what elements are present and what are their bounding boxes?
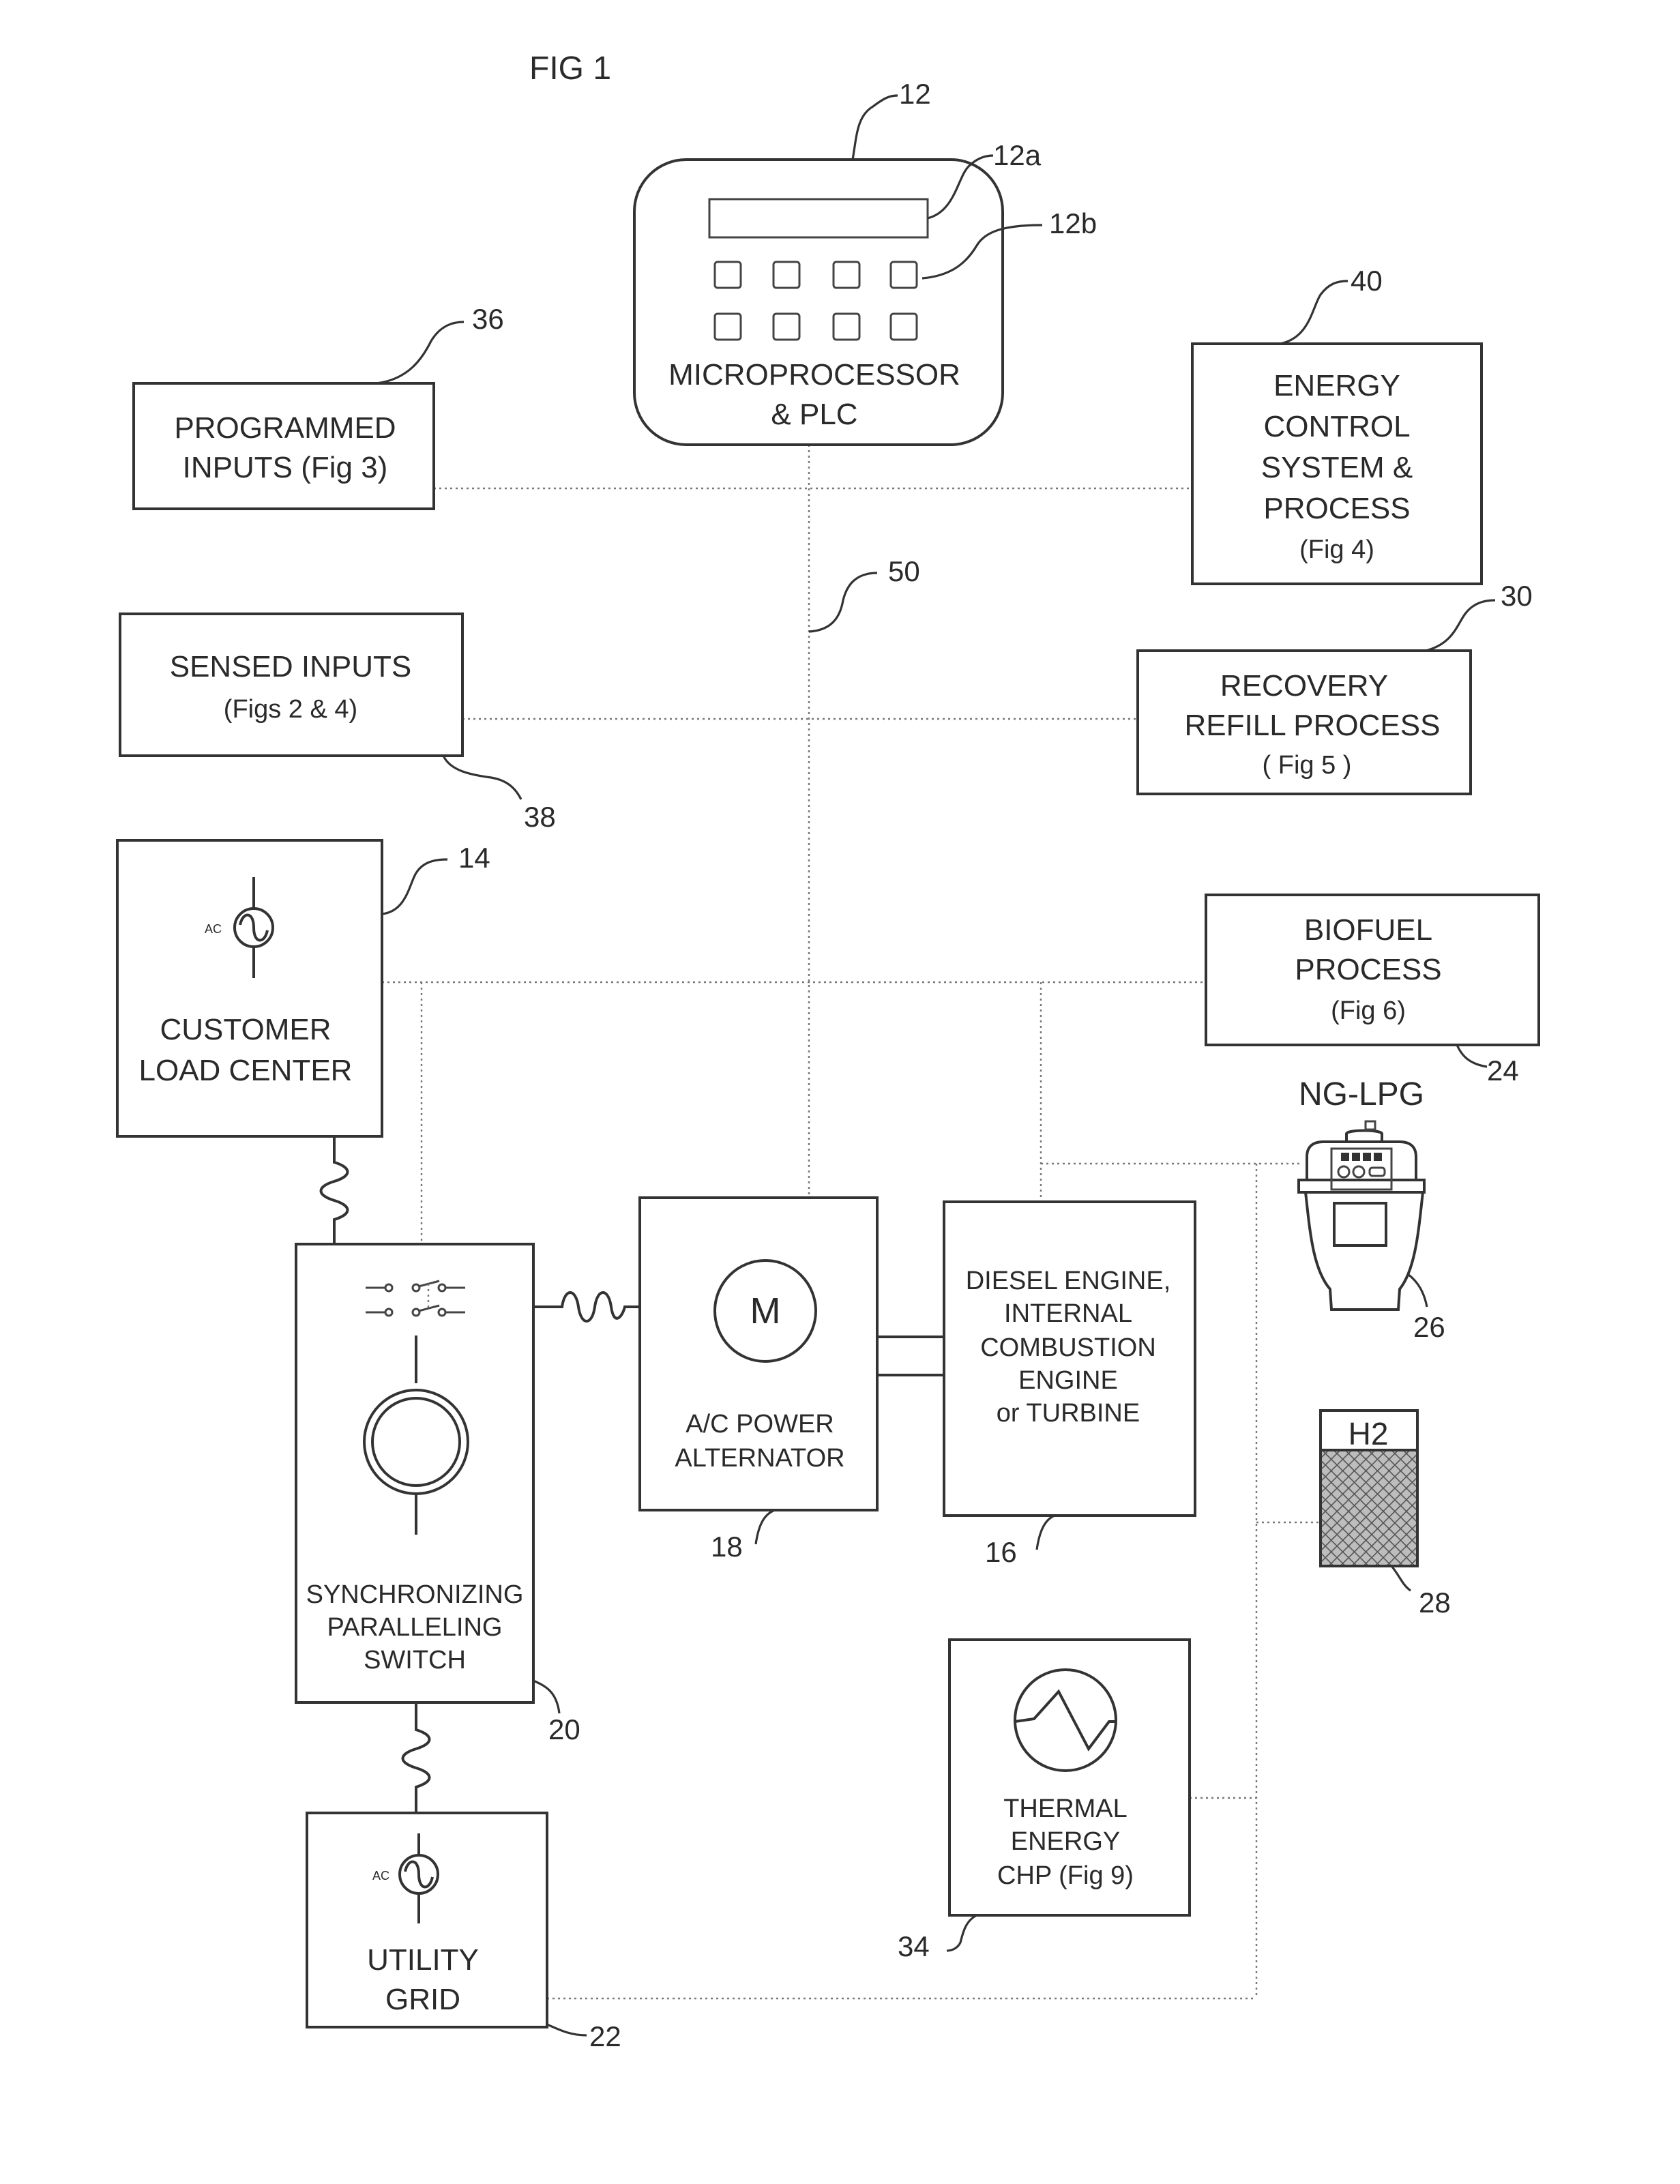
engine-line5: or TURBINE: [997, 1399, 1140, 1428]
recovery-line2: REFILL PROCESS: [1185, 709, 1441, 742]
alternator-line1: A/C POWER: [686, 1410, 834, 1438]
ng-lpg-label: NG-LPG: [1299, 1076, 1424, 1112]
leader-30: [1425, 599, 1496, 652]
leader-16: [1035, 1514, 1055, 1550]
ng-lpg-tank: NG-LPG 26: [1297, 1076, 1445, 1343]
leader-24: [1456, 1044, 1488, 1068]
figure-title: FIG 1: [529, 50, 611, 87]
customer-load-center: AC CUSTOMER LOAD CENTER 14: [116, 839, 490, 1138]
thermal-energy-chp: THERMAL ENERGY CHP (Fig 9) 34: [898, 1638, 1191, 1962]
leader-12: [851, 94, 898, 160]
leader-28: [1390, 1565, 1411, 1592]
biofuel-line2: PROCESS: [1295, 953, 1441, 986]
ref-12b: 12b: [1049, 207, 1097, 239]
recovery-line1: RECOVERY: [1220, 669, 1388, 703]
coil-switch-to-utility: [401, 1702, 431, 1813]
leader-20: [533, 1679, 561, 1714]
shaft-coupling: [876, 1336, 945, 1376]
utility-grid-line2: GRID: [385, 1983, 460, 2016]
programmed-inputs: PROGRAMMED INPUTS (Fig 3) 36: [132, 303, 504, 510]
ref-22: 22: [589, 2020, 621, 2052]
energy-control-line4: PROCESS: [1263, 492, 1410, 525]
hydrogen-fill-icon: [1322, 1450, 1416, 1565]
leader-22: [546, 2023, 587, 2037]
thermal-line2: ENERGY: [1011, 1827, 1120, 1856]
recovery-line3: ( Fig 5 ): [1263, 751, 1352, 780]
energy-control-system: ENERGY CONTROL SYSTEM & PROCESS (Fig 4) …: [1191, 265, 1483, 585]
customer-load-center-line1: CUSTOMER: [160, 1013, 331, 1046]
biofuel-line3: (Fig 6): [1331, 997, 1406, 1025]
microprocessor-label-line1: MICROPROCESSOR: [668, 358, 960, 392]
programmed-inputs-line2: INPUTS (Fig 3): [183, 451, 388, 484]
leader-50: [808, 572, 878, 633]
thermal-line1: THERMAL: [1003, 1795, 1128, 1823]
energy-control-line5: (Fig 4): [1299, 535, 1374, 564]
programmed-inputs-line1: PROGRAMMED: [174, 411, 396, 445]
ac-label: AC: [205, 922, 222, 936]
fig1-block-diagram: FIG 1 MICROPROCESSOR & PLC 12 12a 12b PR…: [116, 50, 1540, 2052]
motor-symbol-label: M: [750, 1290, 781, 1331]
leader-40: [1279, 280, 1349, 345]
recovery-refill-process: RECOVERY REFILL PROCESS ( Fig 5 ) 30: [1136, 580, 1533, 795]
alternator-line2: ALTERNATOR: [675, 1444, 844, 1473]
leader-34: [946, 1914, 977, 1952]
engine-line1: DIESEL ENGINE,: [966, 1267, 1171, 1295]
customer-load-center-line2: LOAD CENTER: [139, 1054, 353, 1087]
leader-36: [376, 321, 465, 385]
gas-meter-icon: [1297, 1120, 1426, 1311]
utility-grid: AC UTILITY GRID 22: [306, 1812, 621, 2052]
energy-control-line3: SYSTEM &: [1261, 451, 1413, 484]
ref-18: 18: [711, 1531, 743, 1563]
engine-line3: COMBUSTION: [980, 1333, 1156, 1362]
engine-line4: ENGINE: [1018, 1366, 1118, 1395]
ref-40: 40: [1351, 265, 1383, 297]
ref-24: 24: [1487, 1054, 1519, 1087]
leader-38: [442, 755, 522, 800]
ref-16: 16: [985, 1536, 1017, 1568]
ref-50: 50: [888, 555, 920, 587]
leader-14: [381, 858, 448, 915]
leader-26: [1407, 1273, 1428, 1308]
ac-label: AC: [372, 1869, 389, 1883]
ref-20: 20: [548, 1713, 580, 1745]
ref-14: 14: [458, 842, 490, 874]
engine-line2: INTERNAL: [1004, 1299, 1132, 1328]
energy-control-line2: CONTROL: [1263, 410, 1410, 443]
ref-26: 26: [1413, 1311, 1445, 1343]
ac-power-alternator: M A/C POWER ALTERNATOR 18: [638, 1196, 879, 1563]
utility-grid-line1: UTILITY: [367, 1943, 479, 1977]
ref-12a: 12a: [993, 139, 1042, 171]
coil-load-to-switch: [319, 1136, 349, 1244]
sensed-inputs-line2: (Figs 2 & 4): [224, 695, 357, 724]
ref-36: 36: [472, 303, 504, 335]
thermal-line3: CHP (Fig 9): [997, 1861, 1134, 1890]
hydrogen-tank: H2 28: [1319, 1409, 1451, 1619]
hydrogen-label: H2: [1349, 1416, 1389, 1451]
sensed-inputs-line1: SENSED INPUTS: [170, 650, 412, 683]
energy-control-line1: ENERGY: [1273, 369, 1400, 402]
ref-30: 30: [1501, 580, 1533, 612]
synchronizing-paralleling-switch: SYNCHRONIZING PARALLELING SWITCH 20: [295, 1243, 580, 1745]
switch-line2: PARALLELING: [327, 1613, 503, 1642]
sensed-inputs: SENSED INPUTS (Figs 2 & 4) 38: [119, 613, 556, 833]
biofuel-process: BIOFUEL PROCESS (Fig 6) 24: [1205, 894, 1540, 1087]
leader-18: [754, 1509, 776, 1545]
microprocessor-label-line2: & PLC: [771, 398, 857, 431]
switch-line1: SYNCHRONIZING: [306, 1580, 524, 1609]
diesel-engine: DIESEL ENGINE, INTERNAL COMBUSTION ENGIN…: [943, 1200, 1196, 1568]
switch-line3: SWITCH: [364, 1646, 466, 1674]
ref-12: 12: [899, 78, 931, 110]
ref-34: 34: [898, 1930, 930, 1962]
microprocessor-plc: MICROPROCESSOR & PLC 12 12a 12b: [633, 78, 1097, 446]
ref-28: 28: [1419, 1587, 1451, 1619]
biofuel-line1: BIOFUEL: [1304, 913, 1432, 947]
coil-switch-to-alternator: [533, 1291, 640, 1323]
ref-38: 38: [524, 801, 556, 833]
